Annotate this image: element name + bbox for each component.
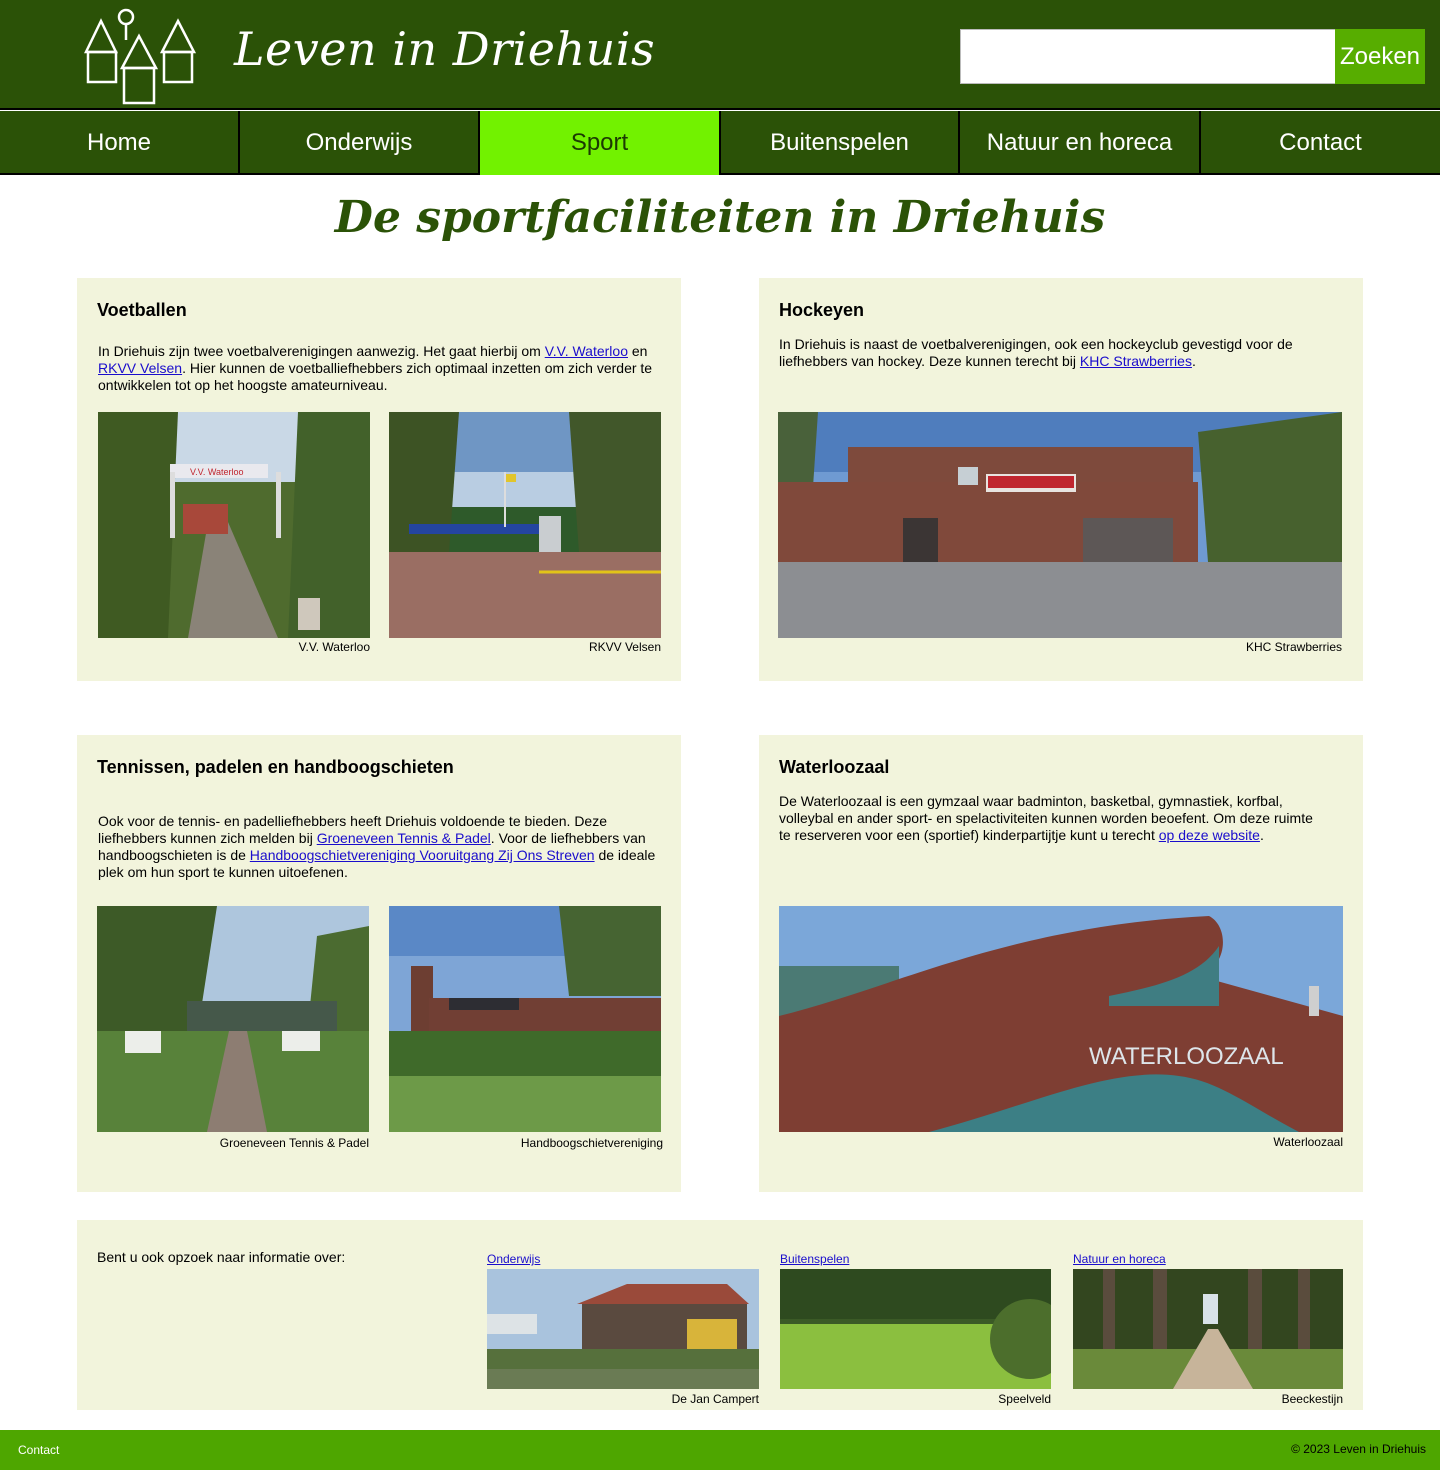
related-natuur-en-horeca-link[interactable]: Natuur en horeca — [1073, 1252, 1166, 1266]
voetballen-card: Voetballen In Driehuis zijn twee voetbal… — [77, 278, 681, 681]
speelveld-photo[interactable] — [780, 1269, 1051, 1389]
vv-waterloo-link[interactable]: V.V. Waterloo — [545, 343, 628, 359]
houses-logo-icon[interactable] — [83, 8, 197, 106]
search-input[interactable] — [960, 29, 1336, 84]
site-title[interactable]: Leven in Driehuis — [234, 22, 655, 76]
groeneveen-caption: Groeneveen Tennis & Padel — [219, 1136, 369, 1150]
nav-item-buitenspelen[interactable]: Buitenspelen — [721, 111, 960, 175]
site-header: Leven in Driehuis Zoeken — [0, 0, 1440, 110]
nav-item-contact[interactable]: Contact — [1201, 111, 1440, 175]
waterloozaal-photo: WATERLOOZAAL — [779, 906, 1343, 1132]
page-title: De sportfaciliteiten in Driehuis — [334, 192, 1106, 243]
footer-contact-link[interactable]: Contact — [18, 1443, 59, 1457]
waterloozaal-caption: Waterloozaal — [1273, 1135, 1343, 1149]
svg-text:V.V. Waterloo: V.V. Waterloo — [190, 467, 244, 477]
voetballen-text-part: en — [627, 343, 648, 359]
hockeyen-card: Hockeyen In Driehuis is naast de voetbal… — [759, 278, 1363, 681]
handboogschietvereniging-link[interactable]: Handboogschietvereniging Vooruitgang Zij… — [250, 847, 595, 863]
groeneveen-link[interactable]: Groeneveen Tennis & Padel — [317, 830, 491, 846]
rkvv-velsen-photo — [389, 412, 661, 638]
tennis-card: Tennissen, padelen en handboogschieten O… — [77, 735, 681, 1192]
de-jan-campert-photo[interactable] — [487, 1269, 759, 1389]
nav-item-onderwijs[interactable]: Onderwijs — [240, 111, 480, 175]
de-jan-campert-caption: De Jan Campert — [671, 1392, 759, 1406]
main-nav: Home Onderwijs Sport Buitenspelen Natuur… — [0, 111, 1440, 175]
tennis-heading: Tennissen, padelen en handboogschieten — [97, 757, 454, 777]
related-buitenspelen-link[interactable]: Buitenspelen — [780, 1252, 849, 1266]
hockeyen-heading: Hockeyen — [779, 300, 865, 320]
hockeyen-text: In Driehuis is naast de voetbalverenigin… — [779, 336, 1344, 370]
waterloozaal-text-part: . — [1259, 827, 1264, 843]
beeckestijn-caption: Beeckestijn — [1281, 1392, 1343, 1406]
hockeyen-text-part: . — [1191, 353, 1196, 369]
related-intro: Bent u ook opzoek naar informatie over: — [97, 1249, 346, 1265]
svg-text:WATERLOOZAAL: WATERLOOZAAL — [1089, 1043, 1284, 1070]
vv-waterloo-caption: V.V. Waterloo — [298, 640, 370, 654]
handboogschietvereniging-photo — [389, 906, 661, 1132]
khc-strawberries-caption: KHC Strawberries — [1245, 640, 1342, 654]
search-button[interactable]: Zoeken — [1335, 29, 1425, 84]
op-deze-website-link[interactable]: op deze website — [1159, 827, 1260, 843]
khc-strawberries-photo — [778, 412, 1342, 638]
hockeyen-text-part: In Driehuis is naast de voetbalverenigin… — [779, 336, 1293, 369]
nav-item-natuur-en-horeca[interactable]: Natuur en horeca — [960, 111, 1201, 175]
rkvv-velsen-caption: RKVV Velsen — [588, 640, 661, 654]
waterloozaal-heading: Waterloozaal — [779, 757, 890, 777]
tennis-text: Ook voor de tennis- en padelliefhebbers … — [98, 813, 670, 881]
nav-item-sport[interactable]: Sport — [480, 111, 721, 175]
waterloozaal-text: De Waterloozaal is een gymzaal waar badm… — [779, 793, 1327, 844]
speelveld-caption: Speelveld — [998, 1392, 1051, 1406]
voetballen-text-part: In Driehuis zijn twee voetbalvereniginge… — [98, 343, 545, 359]
vv-waterloo-photo: V.V. Waterloo — [98, 412, 370, 638]
voetballen-heading: Voetballen — [97, 300, 187, 320]
nav-item-home[interactable]: Home — [0, 111, 240, 175]
voetballen-text-part: . Hier kunnen de voetballiefhebbers zich… — [98, 360, 653, 393]
voetballen-text: In Driehuis zijn twee voetbalvereniginge… — [98, 343, 668, 394]
rkvv-velsen-link[interactable]: RKVV Velsen — [98, 360, 182, 376]
related-onderwijs-link[interactable]: Onderwijs — [487, 1252, 540, 1266]
khc-strawberries-link[interactable]: KHC Strawberries — [1080, 353, 1192, 369]
handboogschietvereniging-caption: Handboogschietvereniging — [520, 1136, 663, 1150]
groeneveen-photo — [97, 906, 369, 1132]
waterloozaal-card: Waterloozaal De Waterloozaal is een gymz… — [759, 735, 1363, 1192]
site-footer: Contact © 2023 Leven in Driehuis — [0, 1430, 1440, 1470]
related-section: Bent u ook opzoek naar informatie over: … — [77, 1220, 1363, 1410]
copyright-text: © 2023 Leven in Driehuis — [1291, 1442, 1426, 1456]
beeckestijn-photo[interactable] — [1073, 1269, 1343, 1389]
